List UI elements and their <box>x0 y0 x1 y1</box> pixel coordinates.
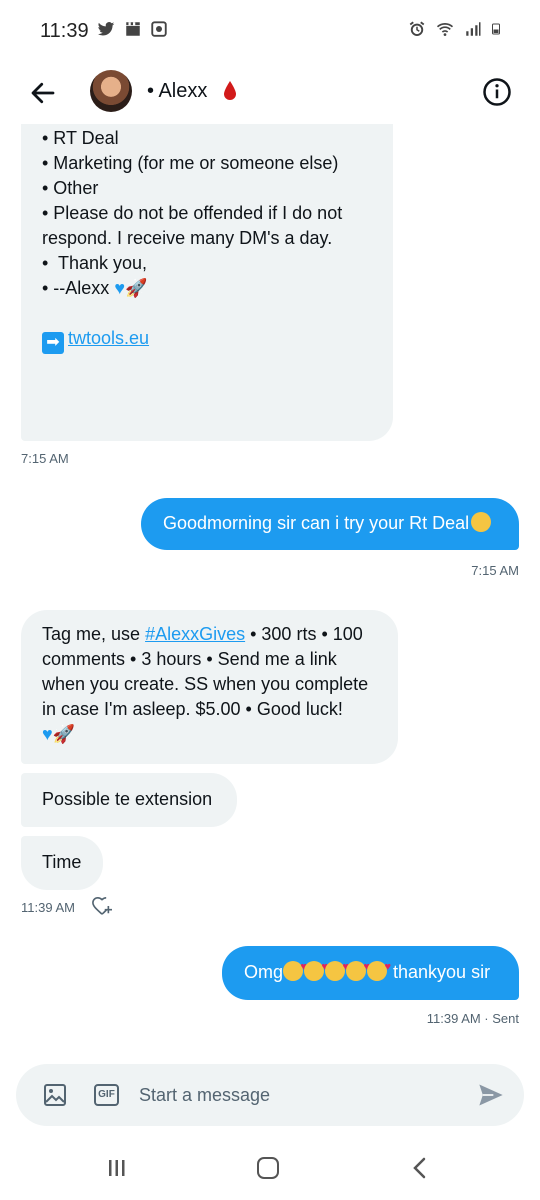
message-line: comments • 3 hours • Send me a link <box>42 649 337 669</box>
link-line: ➡ twtools.eu <box>42 326 373 354</box>
status-time: 11:39 <box>40 20 89 42</box>
signal-icon <box>466 22 481 36</box>
message-text: Time <box>42 852 82 872</box>
twitter-bird-icon <box>97 22 115 36</box>
message-line-spacer <box>42 301 373 326</box>
smiling-hearts-emoji-icon <box>346 955 370 981</box>
info-icon[interactable] <box>482 77 512 107</box>
blue-heart-emoji-icon: ♥ <box>114 278 126 298</box>
image-icon[interactable] <box>43 1083 67 1107</box>
conversation-header: • Alexx <box>0 62 540 124</box>
avatar[interactable] <box>90 70 132 112</box>
message-bubble-outgoing[interactable]: Omg thankyou sir <box>222 946 519 1000</box>
message-line: in case I'm asleep. $5.00 • Good luck! <box>42 699 343 719</box>
contact-name[interactable]: • Alexx <box>147 80 207 103</box>
blue-heart-emoji-icon: ♥ <box>42 724 53 744</box>
message-text: Goodmorning sir can i try your Rt Deal <box>163 513 470 533</box>
wifi-icon <box>436 23 454 36</box>
smile-emoji-icon <box>471 512 492 532</box>
message-composer: GIF <box>16 1064 524 1126</box>
message-timestamp: 7:15 AM <box>21 451 69 466</box>
message-text: Possible te extension <box>42 789 213 809</box>
message-timestamp: 7:15 AM <box>471 563 519 578</box>
message-line: respond. I receive many DM's a day. <box>42 228 333 248</box>
recent-apps-icon[interactable] <box>107 1158 127 1178</box>
message-text: Omg <box>244 962 284 982</box>
message-bubble-outgoing[interactable]: Goodmorning sir can i try your Rt Deal <box>141 498 519 550</box>
heart-plus-icon[interactable] <box>91 896 113 916</box>
signature-text: • --Alexx <box>42 278 110 298</box>
message-line: when you create. SS when you complete <box>42 674 369 694</box>
status-bar: 11:39 <box>0 0 540 62</box>
home-icon[interactable] <box>257 1157 279 1179</box>
message-bubble-incoming[interactable]: Possible te extension <box>21 773 237 827</box>
smiling-hearts-emoji-icon <box>304 955 328 981</box>
clapper-icon <box>126 22 140 36</box>
nav-back-icon[interactable] <box>410 1157 430 1179</box>
system-nav-bar <box>0 1140 540 1200</box>
back-arrow-icon[interactable] <box>28 78 58 108</box>
message-bubble-incoming[interactable]: Tag me, use #AlexxGives • 300 rts • 100 … <box>21 610 398 764</box>
alarm-icon <box>409 21 425 36</box>
rocket-emoji-icon: 🚀 <box>125 278 148 298</box>
twtools-link[interactable]: twtools.eu <box>68 328 149 348</box>
message-line: • Marketing (for me or someone else) <box>42 153 339 173</box>
message-text: Tag me, use <box>42 624 146 644</box>
send-icon[interactable] <box>476 1081 506 1109</box>
message-input[interactable] <box>139 1080 439 1110</box>
message-line: • Please do not be offended if I do not <box>42 203 343 223</box>
gif-icon[interactable]: GIF <box>94 1084 119 1106</box>
message-bubble-incoming[interactable]: Time <box>21 836 103 890</box>
message-line: Tag me, use #AlexxGives • 300 rts • 100 <box>42 622 377 647</box>
message-line-signature: • --Alexx ♥🚀 <box>42 276 373 301</box>
message-list: • RT Deal • Marketing (for me or someone… <box>0 124 540 1044</box>
message-line: • Thank you, <box>42 253 148 273</box>
message-timestamp: 11:39 AM <box>21 900 75 915</box>
message-bubble-incoming[interactable]: • RT Deal • Marketing (for me or someone… <box>21 124 393 441</box>
message-timestamp-sent: 11:39 AM · Sent <box>426 1011 519 1026</box>
message-line: • RT Deal <box>42 128 119 148</box>
message-text: • 300 rts • 100 <box>245 624 363 644</box>
rocket-emoji-icon: 🚀 <box>52 724 76 744</box>
battery-icon <box>492 23 500 35</box>
blood-drop-icon <box>224 81 236 100</box>
screenshot-icon <box>151 21 167 37</box>
right-arrow-emoji-icon: ➡ <box>42 332 64 354</box>
smiling-hearts-emoji-icon <box>325 955 349 981</box>
smiling-hearts-emoji-icon <box>367 955 391 981</box>
message-line: • Other <box>42 178 99 198</box>
smiling-hearts-emoji-icon <box>283 955 307 981</box>
emoji-line: ♥🚀 <box>42 722 377 747</box>
message-text: thankyou sir <box>388 962 491 982</box>
hashtag-link[interactable]: #AlexxGives <box>145 624 245 644</box>
